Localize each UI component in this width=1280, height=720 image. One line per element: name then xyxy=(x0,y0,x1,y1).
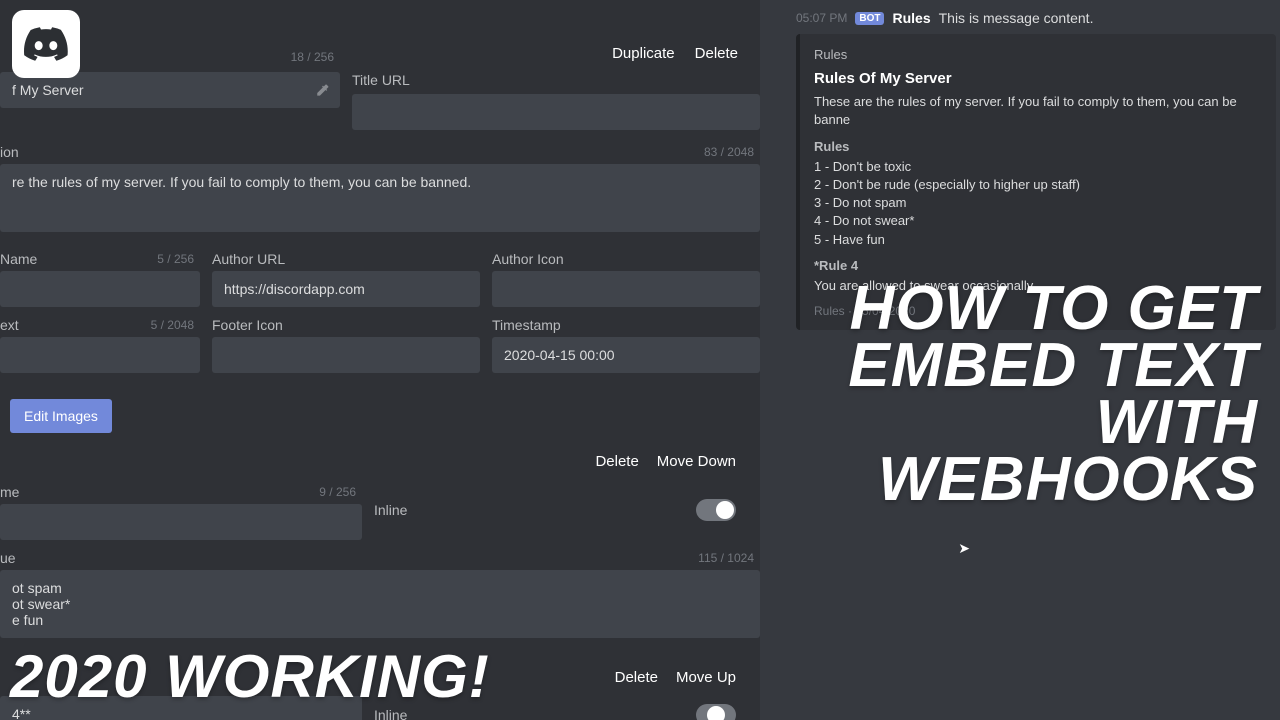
discord-icon xyxy=(24,22,68,66)
embed-field1-name: Rules xyxy=(814,138,1260,156)
message-time: 05:07 PM xyxy=(796,11,847,25)
field1-inline-label: Inline xyxy=(374,502,407,518)
field2-delete-button[interactable]: Delete xyxy=(615,669,658,686)
timestamp-input[interactable] xyxy=(492,337,760,373)
title-field-col: 18 / 256 xyxy=(0,72,340,130)
message-header: 05:07 PM BOT Rules This is message conte… xyxy=(796,0,1280,32)
embed-editor-panel: Duplicate Delete 18 / 256 Title URL ion … xyxy=(0,0,760,720)
eyedropper-icon[interactable] xyxy=(315,83,330,98)
cursor-icon: ➤ xyxy=(958,540,970,557)
embed-title: Rules Of My Server xyxy=(814,68,1260,89)
footer-text-input[interactable] xyxy=(0,337,200,373)
author-icon-input[interactable] xyxy=(492,271,760,307)
author-name-label: Name xyxy=(0,251,37,267)
field1-name-label: me xyxy=(0,484,19,500)
field1-name-input[interactable] xyxy=(0,504,362,540)
delete-button[interactable]: Delete xyxy=(695,45,738,62)
field2-move-up-button[interactable]: Move Up xyxy=(676,669,736,686)
author-url-label: Author URL xyxy=(212,251,285,267)
thumbnail-text-left: 2020 WORKING! xyxy=(10,649,490,704)
description-counter: 83 / 2048 xyxy=(704,145,754,159)
field1-name-counter: 9 / 256 xyxy=(319,485,356,499)
description-label: ion xyxy=(0,144,19,160)
bot-tag: BOT xyxy=(855,12,884,25)
author-icon-label: Author Icon xyxy=(492,251,564,267)
footer-text-label: ext xyxy=(0,317,19,333)
discord-logo xyxy=(12,10,80,78)
field1-value-label: ue xyxy=(0,550,16,566)
field1-delete-button[interactable]: Delete xyxy=(595,453,638,470)
author-name-input[interactable] xyxy=(0,271,200,307)
field2-inline-toggle[interactable] xyxy=(696,704,736,720)
embed-field2-name: *Rule 4 xyxy=(814,257,1260,275)
title-url-col: Title URL xyxy=(352,72,760,130)
timestamp-label: Timestamp xyxy=(492,317,561,333)
image-buttons-row: Edit Images xyxy=(0,379,760,433)
footer-icon-input[interactable] xyxy=(212,337,480,373)
field1-inline-toggle[interactable] xyxy=(696,499,736,521)
field1-value-counter: 115 / 1024 xyxy=(698,551,754,565)
message-username: Rules xyxy=(892,10,930,26)
author-url-input[interactable] xyxy=(212,271,480,307)
title-url-label: Title URL xyxy=(352,72,760,88)
description-input[interactable]: re the rules of my server. If you fail t… xyxy=(0,164,760,232)
edit-images-button[interactable]: Edit Images xyxy=(10,399,112,433)
footer-icon-label: Footer Icon xyxy=(212,317,283,333)
author-name-counter: 5 / 256 xyxy=(157,252,194,266)
field1-move-down-button[interactable]: Move Down xyxy=(657,453,736,470)
duplicate-button[interactable]: Duplicate xyxy=(612,45,675,62)
field1-value-input[interactable]: ot spam ot swear* e fun xyxy=(0,570,760,638)
thumbnail-text-right: HOW TO GET EMBED TEXT WITH WEBHOOKS xyxy=(848,280,1258,508)
title-counter: 18 / 256 xyxy=(291,50,334,64)
embed-description: These are the rules of my server. If you… xyxy=(814,93,1260,129)
embed-author: Rules xyxy=(814,46,1260,64)
footer-text-counter: 5 / 2048 xyxy=(151,318,194,332)
message-content: This is message content. xyxy=(939,10,1094,26)
title-url-input[interactable] xyxy=(352,94,760,130)
field1-actions: Delete Move Down xyxy=(0,433,760,480)
embed-actions: Duplicate Delete xyxy=(0,0,760,72)
embed-field1-value: 1 - Don't be toxic 2 - Don't be rude (es… xyxy=(814,158,1260,249)
